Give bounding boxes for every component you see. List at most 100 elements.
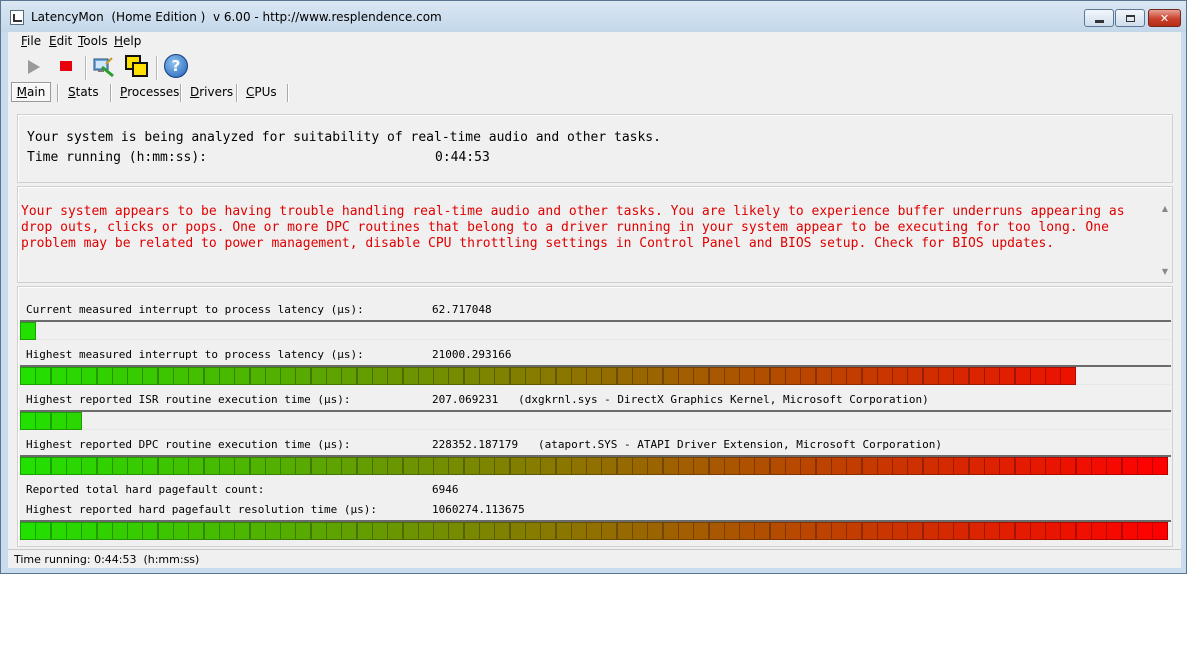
app-icon[interactable] xyxy=(10,10,24,25)
bar-segment xyxy=(65,367,82,385)
bar-segment xyxy=(540,522,557,540)
bar-segment xyxy=(1152,457,1169,475)
bar-segment xyxy=(326,457,342,475)
tab-stats[interactable]: Stats xyxy=(68,82,99,102)
bar-segment xyxy=(815,522,832,540)
tab-main[interactable]: Main xyxy=(11,82,51,102)
toolbar-separator xyxy=(85,56,87,80)
bar-segment xyxy=(1060,457,1077,475)
play-icon[interactable] xyxy=(28,60,40,74)
bar-segment xyxy=(295,367,312,385)
bar-segment xyxy=(81,367,98,385)
bar-segment xyxy=(968,522,985,540)
bar-segment xyxy=(387,367,404,385)
bar-segment xyxy=(234,457,251,475)
bar-segment xyxy=(540,367,557,385)
bar-segment xyxy=(142,367,159,385)
bar-segment xyxy=(494,457,511,475)
highest-dpc-label: Highest reported DPC routine execution t… xyxy=(26,438,351,451)
bar-segment xyxy=(1045,522,1062,540)
tab-cpus[interactable]: C PUs xyxy=(246,82,277,102)
bar-segment xyxy=(433,457,450,475)
pagefault-resolution-label: Highest reported hard pagefault resoluti… xyxy=(26,503,377,516)
bar-segment xyxy=(65,457,82,475)
bar-segment xyxy=(218,457,235,475)
highest-isr-value: 207.069231 (dxgkrnl.sys - DirectX Graphi… xyxy=(432,393,929,406)
bar-segment xyxy=(693,367,710,385)
bar-segment xyxy=(280,457,297,475)
summary-text: Your system is being analyzed for suitab… xyxy=(27,130,661,145)
warning-panel[interactable]: Your system appears to be having trouble… xyxy=(17,186,1173,283)
bar-segment xyxy=(479,522,495,540)
bar-segment xyxy=(1106,522,1123,540)
menu-help[interactable]: Help xyxy=(114,34,141,48)
menu-edit[interactable]: Edit xyxy=(49,34,72,48)
bar-segment xyxy=(402,367,419,385)
bar-segment xyxy=(662,457,679,475)
tab-processes[interactable]: Processes xyxy=(120,82,179,102)
bar-segment xyxy=(310,457,327,475)
bar-segment xyxy=(463,522,480,540)
bar-segment xyxy=(846,367,863,385)
status-bar: Time running: 0:44:53 (h:mm:ss) xyxy=(8,549,1181,568)
help-icon[interactable]: ? xyxy=(164,54,188,78)
bar-segment xyxy=(1091,457,1107,475)
minimize-button[interactable] xyxy=(1084,9,1114,27)
time-running-value: 0:44:53 xyxy=(435,150,490,165)
bar-segment xyxy=(127,367,144,385)
bar-segment xyxy=(371,367,388,385)
bar-segment xyxy=(647,367,664,385)
bar-segment xyxy=(1060,522,1077,540)
bar-segment xyxy=(173,522,189,540)
menu-file[interactable]: File xyxy=(21,34,41,48)
scroll-down-icon[interactable]: ▼ xyxy=(1162,267,1168,276)
title-bar[interactable]: LatencyMon (Home Edition ) v 6.00 - http… xyxy=(1,1,1186,32)
bar-segment xyxy=(1091,522,1107,540)
bar-segment xyxy=(127,522,144,540)
bar-segment xyxy=(708,367,725,385)
close-button[interactable]: ✕ xyxy=(1148,9,1181,27)
bar-segment xyxy=(830,457,847,475)
highest-isr-bar xyxy=(20,410,1171,430)
bar-segment xyxy=(218,367,235,385)
bar-segment xyxy=(264,457,281,475)
bar-segment xyxy=(35,412,52,430)
bar-segment xyxy=(157,457,174,475)
bar-segment xyxy=(739,522,756,540)
bar-segment xyxy=(999,367,1016,385)
tab-drivers[interactable]: Drivers xyxy=(190,82,233,102)
drivers-icon[interactable] xyxy=(92,54,116,78)
bar-segment xyxy=(876,367,893,385)
bar-segment xyxy=(586,522,603,540)
maximize-button[interactable] xyxy=(1115,9,1145,27)
bar-segment xyxy=(356,367,373,385)
bar-segment xyxy=(876,522,893,540)
bar-segment xyxy=(1106,457,1123,475)
stop-icon[interactable] xyxy=(60,61,72,71)
bar-segment xyxy=(693,457,710,475)
bar-segment xyxy=(1029,367,1046,385)
bar-segment xyxy=(249,367,266,385)
bar-segment xyxy=(586,457,603,475)
bar-segment xyxy=(953,457,970,475)
bar-segment xyxy=(983,367,1000,385)
bar-segment xyxy=(50,522,67,540)
bar-segment xyxy=(50,412,67,430)
bar-segment xyxy=(1121,522,1138,540)
bar-segment xyxy=(50,367,67,385)
bar-segment xyxy=(815,457,832,475)
bar-segment xyxy=(356,457,373,475)
menu-tools[interactable]: Tools xyxy=(78,34,108,48)
bar-segment xyxy=(1045,367,1062,385)
bar-segment xyxy=(846,457,863,475)
bar-segment xyxy=(264,367,281,385)
bar-segment xyxy=(861,367,878,385)
bar-segment xyxy=(754,457,771,475)
warning-text: Your system appears to be having trouble… xyxy=(21,204,1125,251)
bar-segment xyxy=(1029,457,1046,475)
bar-segment xyxy=(769,457,786,475)
windows-icon[interactable] xyxy=(125,54,149,78)
bar-segment xyxy=(479,367,495,385)
scroll-up-icon[interactable]: ▲ xyxy=(1162,204,1168,213)
bar-segment xyxy=(1014,457,1031,475)
